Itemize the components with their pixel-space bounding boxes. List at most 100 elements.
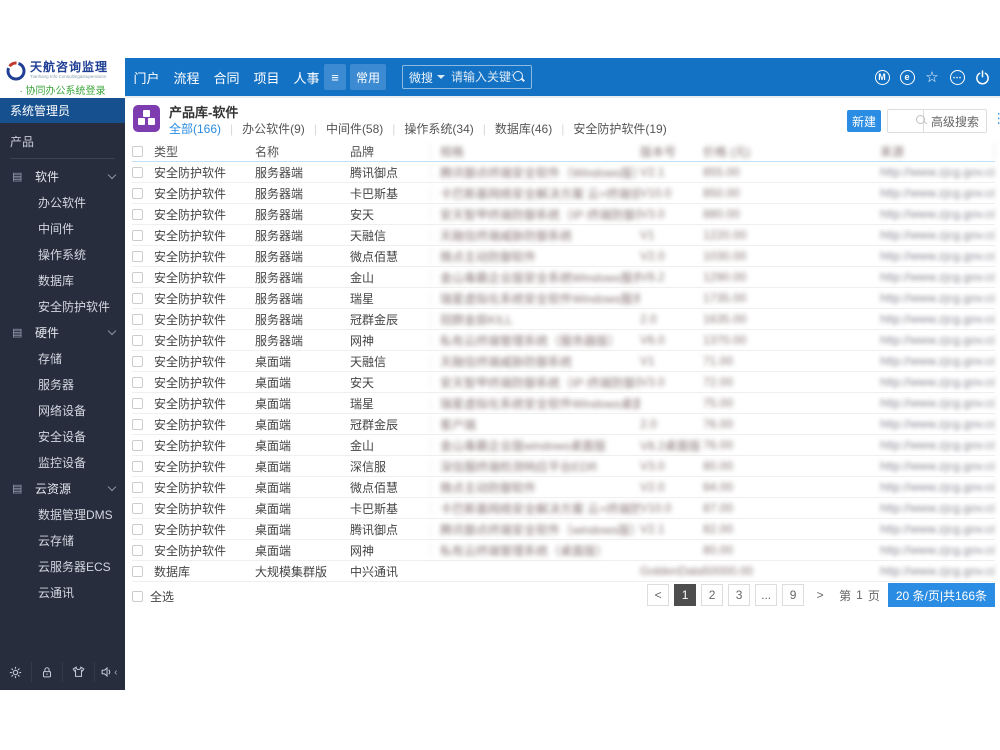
row-checkbox[interactable]	[132, 334, 143, 346]
sidebar-item-中间件[interactable]: 中间件	[0, 215, 125, 241]
row-checkbox[interactable]	[132, 418, 143, 430]
tab-全部(166)[interactable]: 全部(166)	[169, 120, 221, 137]
table-row[interactable]: 安全防护软件 服务器端 安天 安天智甲终端防御系统（IP·终端防御系统）V3.0 880…	[132, 204, 995, 225]
m-app-icon[interactable]: M	[874, 69, 890, 85]
sidebar-item-数据库[interactable]: 数据库	[0, 267, 125, 293]
sidebar-item-存储[interactable]: 存储	[0, 345, 125, 371]
row-checkbox[interactable]	[132, 187, 143, 199]
page-jump-current[interactable]: 1	[856, 588, 863, 602]
page-prev-button[interactable]: <	[647, 584, 670, 606]
sidebar-item-安全设备[interactable]: 安全设备	[0, 423, 125, 449]
lock-icon[interactable]	[30, 662, 63, 682]
search-icon[interactable]	[916, 115, 925, 127]
table-row[interactable]: 数据库 大规模集群版 中兴通讯 GoldenData s…50000.00 http:/…	[132, 561, 995, 582]
row-checkbox[interactable]	[132, 565, 143, 577]
collab-login-link[interactable]: · 协同办公系统登录	[0, 82, 125, 97]
page-button-...[interactable]: ...	[755, 584, 778, 606]
table-row[interactable]: 安全防护软件 桌面端 卡巴斯基 卡巴斯基网络安全解决方案 云+终端防护（桌面）+02……	[132, 498, 995, 519]
search-scope-dropdown[interactable]: 微搜	[409, 69, 433, 86]
table-row[interactable]: 安全防护软件 桌面端 金山 金山毒霸企业版windows桌面版 V8.2桌面版 76.00…	[132, 435, 995, 456]
sound-speaker-icon[interactable]: ‹	[93, 662, 126, 682]
table-row[interactable]: 安全防护软件 桌面端 瑞星 瑞星虚拟化系统安全软件Windows桌面版 75.00 htt…	[132, 393, 995, 414]
table-row[interactable]: 安全防护软件 服务器端 腾讯御点 腾讯御点终端安全软件（Windows版） V2.1 85…	[132, 162, 995, 183]
folder-icon: ▤	[12, 482, 23, 495]
sidebar-group-硬件[interactable]: ▤ 硬件	[0, 319, 125, 345]
table-row[interactable]: 安全防护软件 桌面端 冠群金辰 客户端 2.0 76.00 http://www.zjcg.…	[132, 414, 995, 435]
sidebar-item-数据管理DMS[interactable]: 数据管理DMS	[0, 501, 125, 527]
row-checkbox[interactable]	[132, 271, 143, 283]
new-button[interactable]: 新建	[847, 110, 881, 132]
advanced-search-button[interactable]: 高级搜索	[922, 110, 986, 132]
sidebar-item-监控设备[interactable]: 监控设备	[0, 449, 125, 475]
table-row[interactable]: 安全防护软件 服务器端 瑞星 瑞星虚拟化系统安全软件Windows服务器版 1735.0…	[132, 288, 995, 309]
sidebar-group-云资源[interactable]: ▤ 云资源	[0, 475, 125, 501]
page-button-1[interactable]: 1	[674, 584, 697, 606]
theme-shirt-icon[interactable]	[62, 662, 94, 682]
row-checkbox[interactable]	[132, 502, 143, 514]
sidebar-item-云通讯[interactable]: 云通讯	[0, 579, 125, 605]
table-row[interactable]: 安全防护软件 服务器端 网神 私有云终端管理系统（服务器版） V6.0 1370.00 ht…	[132, 330, 995, 351]
table-row[interactable]: 安全防护软件 桌面端 网神 私有云终端管理系统（桌面版） 80.00 http://www…	[132, 540, 995, 561]
nav-item-项目[interactable]: 项目	[253, 68, 280, 87]
sidebar-item-云服务器ECS[interactable]: 云服务器ECS	[0, 553, 125, 579]
tab-安全防护软件(19)[interactable]: 安全防护软件(19)	[573, 120, 666, 137]
table-row[interactable]: 安全防护软件 桌面端 深信服 深信服终端检测响应平台EDR V3.0 80.00 http:…	[132, 456, 995, 477]
tab-办公软件(9)[interactable]: 办公软件(9)	[242, 120, 305, 137]
table-row[interactable]: 安全防护软件 服务器端 卡巴斯基 卡巴斯基网络安全解决方案 云+终端信息安全防护…V1…	[132, 183, 995, 204]
table-row[interactable]: 安全防护软件 桌面端 天融信 天融信终端威胁防御系统 V1 71.00 http://www…	[132, 351, 995, 372]
row-checkbox[interactable]	[132, 166, 143, 178]
table-row[interactable]: 安全防护软件 服务器端 冠群金辰 冠群金辰KILL 2.0 1635.00 http://w…	[132, 309, 995, 330]
menu-burger-button[interactable]: ≡	[324, 64, 346, 90]
nav-item-人事[interactable]: 人事	[293, 68, 320, 87]
row-checkbox[interactable]	[132, 460, 143, 472]
table-row[interactable]: 安全防护软件 桌面端 微点佰慧 微点主动防御软件 V2.0 84.00 http://www…	[132, 477, 995, 498]
row-checkbox[interactable]	[132, 229, 143, 241]
row-checkbox[interactable]	[132, 208, 143, 220]
page-size-badge[interactable]: 20 条/页|共166条	[887, 583, 995, 607]
table-row[interactable]: 安全防护软件 服务器端 微点佰慧 微点主动防御软件 V2.0 1030.00 http://…	[132, 246, 995, 267]
select-all-checkbox[interactable]	[132, 591, 143, 602]
sidebar-item-操作系统[interactable]: 操作系统	[0, 241, 125, 267]
header-checkbox[interactable]	[132, 146, 143, 157]
sidebar-item-网络设备[interactable]: 网络设备	[0, 397, 125, 423]
page-next-button[interactable]: >	[809, 584, 832, 606]
row-checkbox[interactable]	[132, 481, 143, 493]
row-checkbox[interactable]	[132, 397, 143, 409]
table-row[interactable]: 安全防护软件 服务器端 金山 金山毒霸企业版安全系统Windows服务器版V8.2 12…	[132, 267, 995, 288]
sidebar-item-安全防护软件[interactable]: 安全防护软件	[0, 293, 125, 319]
nav-item-门户[interactable]: 门户	[133, 68, 160, 87]
row-checkbox[interactable]	[132, 313, 143, 325]
sidebar-item-服务器[interactable]: 服务器	[0, 371, 125, 397]
page-button-9[interactable]: 9	[782, 584, 805, 606]
page-button-2[interactable]: 2	[701, 584, 724, 606]
page-button-3[interactable]: 3	[728, 584, 751, 606]
tab-中间件(58)[interactable]: 中间件(58)	[326, 120, 383, 137]
often-used-button[interactable]: 常用	[350, 64, 386, 90]
row-checkbox[interactable]	[132, 355, 143, 367]
message-icon[interactable]: e	[899, 69, 915, 85]
global-search-input[interactable]	[451, 70, 514, 84]
row-checkbox[interactable]	[132, 376, 143, 388]
nav-item-流程[interactable]: 流程	[173, 68, 200, 87]
row-checkbox[interactable]	[132, 544, 143, 556]
row-checkbox[interactable]	[132, 523, 143, 535]
more-options-icon[interactable]: ⋯	[949, 69, 965, 85]
table-row[interactable]: 安全防护软件 桌面端 安天 安天智甲终端防御系统（IP·终端防御系统）V3.0 72.0…	[132, 372, 995, 393]
tab-操作系统(34)[interactable]: 操作系统(34)	[404, 120, 473, 137]
tab-数据库(46)[interactable]: 数据库(46)	[495, 120, 552, 137]
settings-gear-icon[interactable]	[0, 662, 31, 682]
sidebar-group-软件[interactable]: ▤ 软件	[0, 163, 125, 189]
table-row[interactable]: 安全防护软件 服务器端 天融信 天融信终端威胁防御系统 V1 1220.00 http://…	[132, 225, 995, 246]
sidebar-item-办公软件[interactable]: 办公软件	[0, 189, 125, 215]
row-checkbox[interactable]	[132, 439, 143, 451]
favorites-star-icon[interactable]: ☆	[924, 69, 940, 85]
collapse-panel-icon[interactable]: ‹	[114, 667, 120, 678]
sidebar-item-云存储[interactable]: 云存储	[0, 527, 125, 553]
table-search-input[interactable]	[888, 115, 916, 127]
row-checkbox[interactable]	[132, 292, 143, 304]
table-row[interactable]: 安全防护软件 桌面端 腾讯御点 腾讯御点终端安全软件（windows版）V2.1V2.…	[132, 519, 995, 540]
search-icon[interactable]	[513, 71, 525, 83]
nav-item-合同[interactable]: 合同	[213, 68, 240, 87]
power-logout-icon[interactable]	[974, 69, 990, 85]
row-checkbox[interactable]	[132, 250, 143, 262]
